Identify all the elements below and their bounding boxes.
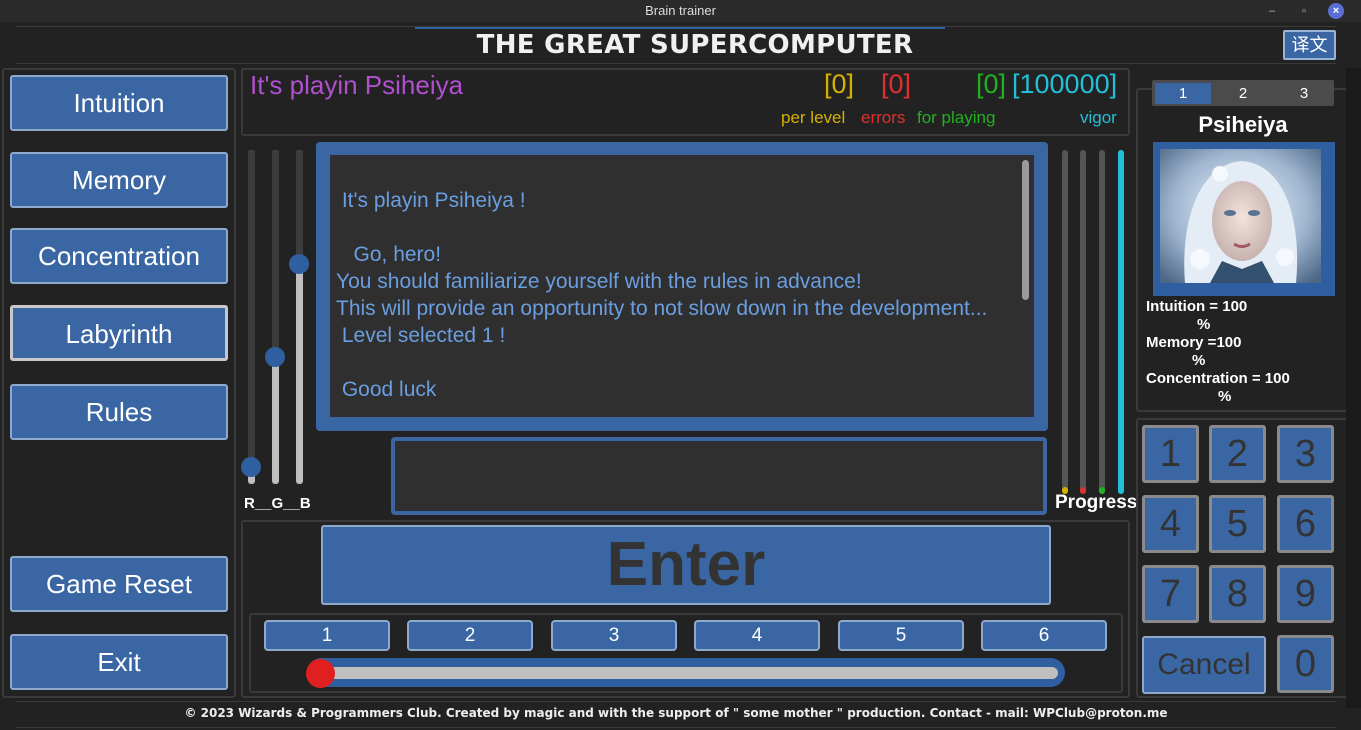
level-slider-handle[interactable] xyxy=(306,659,335,688)
app-title: THE GREAT SUPERCOMPUTER xyxy=(476,30,914,60)
blue-slider-handle[interactable] xyxy=(289,253,309,274)
per-level-label: per level xyxy=(781,108,846,127)
keypad-3[interactable]: 3 xyxy=(1277,425,1334,483)
keypad-0[interactable]: 0 xyxy=(1277,635,1334,693)
intuition-stat: Intuition = 100 xyxy=(1146,298,1248,315)
labyrinth-button[interactable]: Labyrinth xyxy=(10,305,228,361)
intuition-button[interactable]: Intuition xyxy=(10,75,228,131)
answer-input[interactable] xyxy=(391,437,1047,515)
green-slider-track xyxy=(272,150,279,358)
character-tab-1[interactable]: 1 xyxy=(1155,83,1211,104)
vigor-value: [100000] xyxy=(1012,69,1118,99)
per-level-value: [0] xyxy=(824,69,855,99)
concentration-button[interactable]: Concentration xyxy=(10,228,228,284)
character-portrait xyxy=(1160,149,1321,283)
errors-bar xyxy=(1080,150,1086,494)
character-tab-3[interactable]: 3 xyxy=(1276,83,1332,104)
playing-title: It's playin Psiheiya xyxy=(250,70,464,100)
errors-label: errors xyxy=(861,108,906,127)
per-level-bar xyxy=(1062,150,1068,494)
maximize-icon[interactable]: ▫ xyxy=(1296,3,1312,19)
minimize-icon[interactable]: – xyxy=(1264,3,1280,19)
intuition-stat-unit: % xyxy=(1197,316,1211,333)
cancel-button[interactable]: Cancel xyxy=(1142,636,1266,694)
window-edge xyxy=(1346,68,1361,708)
for-playing-label: for playing xyxy=(917,108,996,127)
rgb-label: R__G__B xyxy=(244,495,311,512)
keypad-2[interactable]: 2 xyxy=(1209,425,1266,483)
level-1-button[interactable]: 1 xyxy=(264,620,390,651)
for-playing-bar xyxy=(1099,150,1105,494)
exit-button[interactable]: Exit xyxy=(10,634,228,690)
enter-button[interactable]: Enter xyxy=(321,525,1051,605)
keypad-8[interactable]: 8 xyxy=(1209,565,1266,623)
character-name: Psiheiya xyxy=(1198,112,1288,137)
keypad-1[interactable]: 1 xyxy=(1142,425,1199,483)
level-slider-track xyxy=(318,667,1058,679)
memory-button[interactable]: Memory xyxy=(10,152,228,208)
blue-slider-track xyxy=(296,150,303,264)
progress-label: Progress xyxy=(1055,492,1138,513)
footer-text: © 2023 Wizards & Programmers Club. Creat… xyxy=(184,706,1168,720)
concentration-stat: Concentration = 100 xyxy=(1146,370,1290,387)
keypad-6[interactable]: 6 xyxy=(1277,495,1334,553)
blue-slider[interactable] xyxy=(289,150,309,484)
header-accent-line xyxy=(415,27,945,29)
keypad-9[interactable]: 9 xyxy=(1277,565,1334,623)
green-slider[interactable] xyxy=(265,150,285,484)
level-4-button[interactable]: 4 xyxy=(694,620,820,651)
message-text: It's playin Psiheiya ! Go, hero! You sho… xyxy=(336,189,988,401)
keypad-4[interactable]: 4 xyxy=(1142,495,1199,553)
character-tab-2[interactable]: 2 xyxy=(1215,83,1271,104)
level-6-button[interactable]: 6 xyxy=(981,620,1107,651)
vigor-label: vigor xyxy=(1080,108,1117,127)
red-slider-track xyxy=(248,150,255,468)
green-slider-handle[interactable] xyxy=(265,347,285,368)
errors-value: [0] xyxy=(881,69,912,99)
rules-button[interactable]: Rules xyxy=(10,384,228,440)
keypad-7[interactable]: 7 xyxy=(1142,565,1199,623)
for-playing-value: [0] xyxy=(976,69,1007,99)
close-icon[interactable]: × xyxy=(1328,3,1344,19)
window-titlebar: Brain trainer xyxy=(0,0,1361,22)
level-2-button[interactable]: 2 xyxy=(407,620,533,651)
message-viewport: It's playin Psiheiya ! Go, hero! You sho… xyxy=(330,155,1020,417)
message-scrollbar[interactable] xyxy=(1022,160,1029,300)
memory-stat-unit: % xyxy=(1192,352,1206,369)
translate-button[interactable]: 译文 xyxy=(1283,30,1336,60)
level-5-button[interactable]: 5 xyxy=(838,620,964,651)
keypad-5[interactable]: 5 xyxy=(1209,495,1266,553)
memory-stat: Memory =100 xyxy=(1146,334,1242,351)
level-3-button[interactable]: 3 xyxy=(551,620,677,651)
vigor-bar xyxy=(1118,150,1124,494)
concentration-stat-unit: % xyxy=(1218,388,1232,405)
red-slider[interactable] xyxy=(241,150,261,484)
window-title: Brain trainer xyxy=(645,3,716,18)
game-reset-button[interactable]: Game Reset xyxy=(10,556,228,612)
